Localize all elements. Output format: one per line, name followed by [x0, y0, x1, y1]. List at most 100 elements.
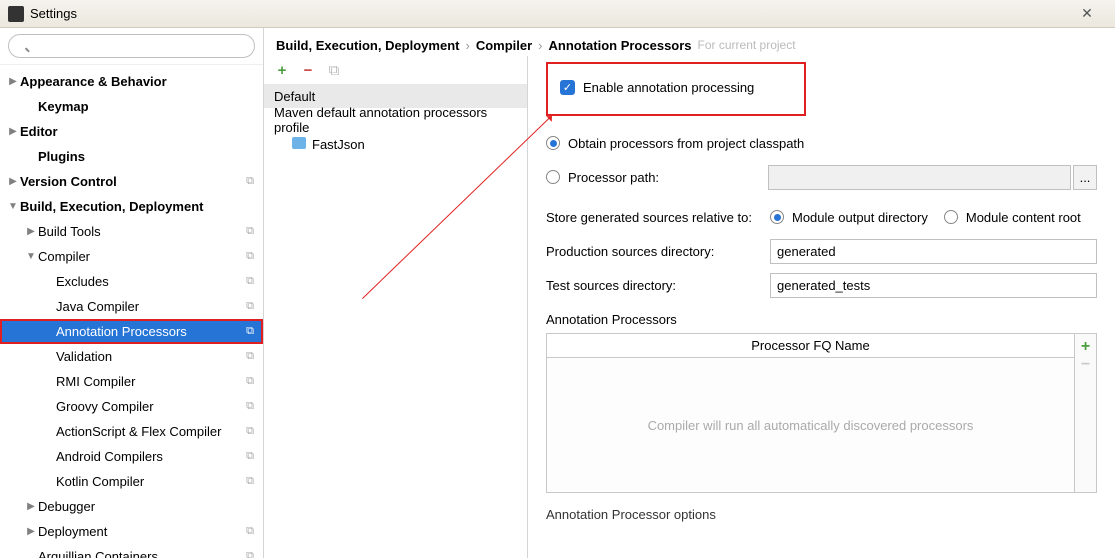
tree-item-kotlin-compiler[interactable]: Kotlin Compiler⧉ — [0, 469, 263, 494]
breadcrumb-segment[interactable]: Compiler — [476, 38, 532, 53]
tree-item-label: Version Control — [20, 174, 243, 189]
breadcrumb-segment[interactable]: Build, Execution, Deployment — [276, 38, 459, 53]
profile-label: Maven default annotation processors prof… — [274, 105, 517, 135]
project-scope-icon: ⧉ — [243, 400, 257, 414]
breadcrumb-segment: Annotation Processors — [549, 38, 692, 53]
tree-item-version-control[interactable]: Version Control⧉ — [0, 169, 263, 194]
app-icon — [8, 6, 24, 22]
tree-item-plugins[interactable]: Plugins — [0, 144, 263, 169]
enable-checkbox[interactable]: ✓ — [560, 80, 575, 95]
tree-item-annotation-processors[interactable]: Annotation Processors⧉ — [0, 319, 263, 344]
test-sources-label: Test sources directory: — [546, 278, 770, 293]
chevron-down-icon[interactable] — [24, 250, 38, 264]
tree-item-excludes[interactable]: Excludes⧉ — [0, 269, 263, 294]
chevron-right-icon[interactable] — [6, 75, 20, 89]
tree-item-label: Appearance & Behavior — [20, 74, 257, 89]
processors-header[interactable]: Processor FQ Name — [547, 334, 1074, 358]
project-scope-icon: ⧉ — [243, 275, 257, 289]
search-icon — [8, 34, 255, 58]
processors-empty-text: Compiler will run all automatically disc… — [547, 358, 1074, 492]
tree-item-label: Kotlin Compiler — [56, 474, 243, 489]
tree-item-build-tools[interactable]: Build Tools⧉ — [0, 219, 263, 244]
settings-sidebar: Appearance & Behavior KeymapEditor Plugins… — [0, 28, 264, 558]
tree-item-arquillian-containers[interactable]: Arquillian Containers⧉ — [0, 544, 263, 558]
profiles-toolbar: + − ⧉ — [264, 56, 527, 84]
project-scope-icon: ⧉ — [243, 325, 257, 339]
processors-side-toolbar: + − — [1074, 334, 1096, 492]
obtain-classpath-radio[interactable] — [546, 136, 560, 150]
tree-item-label: Android Compilers — [56, 449, 243, 464]
tree-item-label: Debugger — [38, 499, 257, 514]
profiles-list: Default Maven default annotation process… — [264, 84, 527, 558]
project-scope-icon: ⧉ — [243, 225, 257, 239]
titlebar: Settings ✕ — [0, 0, 1115, 28]
chevron-down-icon[interactable] — [6, 200, 20, 214]
chevron-right-icon[interactable] — [24, 225, 38, 239]
store-relative-label: Store generated sources relative to: — [546, 210, 770, 225]
tree-item-actionscript-flex-compiler[interactable]: ActionScript & Flex Compiler⧉ — [0, 419, 263, 444]
chevron-right-icon: › — [465, 38, 469, 53]
tree-item-build-execution-deployment[interactable]: Build, Execution, Deployment — [0, 194, 263, 219]
folder-icon — [292, 137, 306, 149]
project-scope-icon: ⧉ — [243, 175, 257, 189]
tree-item-keymap[interactable]: Keymap — [0, 94, 263, 119]
tree-item-debugger[interactable]: Debugger — [0, 494, 263, 519]
add-processor-button[interactable]: + — [1081, 338, 1090, 356]
tree-item-label: Annotation Processors — [56, 324, 243, 339]
processor-path-radio[interactable] — [546, 170, 560, 184]
tree-item-groovy-compiler[interactable]: Groovy Compiler⧉ — [0, 394, 263, 419]
prod-sources-input[interactable] — [770, 239, 1097, 264]
chevron-right-icon[interactable] — [24, 500, 38, 514]
module-output-label: Module output directory — [792, 210, 928, 225]
profile-label: Default — [274, 89, 315, 104]
processor-path-input[interactable] — [768, 165, 1071, 190]
tree-item-validation[interactable]: Validation⧉ — [0, 344, 263, 369]
chevron-right-icon[interactable] — [6, 125, 20, 139]
project-scope-icon: ⧉ — [243, 300, 257, 314]
project-scope-icon: ⧉ — [243, 425, 257, 439]
add-profile-button[interactable]: + — [274, 62, 290, 78]
tree-item-label: Deployment — [38, 524, 243, 539]
window-title: Settings — [30, 6, 1067, 21]
tree-item-deployment[interactable]: Deployment⧉ — [0, 519, 263, 544]
tree-item-label: RMI Compiler — [56, 374, 243, 389]
settings-tree: Appearance & Behavior KeymapEditor Plugins… — [0, 65, 263, 558]
tree-item-compiler[interactable]: Compiler⧉ — [0, 244, 263, 269]
chevron-right-icon[interactable] — [24, 525, 38, 539]
tree-item-label: Groovy Compiler — [56, 399, 243, 414]
module-content-radio[interactable] — [944, 210, 958, 224]
processor-path-label: Processor path: — [568, 170, 768, 185]
tree-item-editor[interactable]: Editor — [0, 119, 263, 144]
search-input[interactable] — [8, 34, 255, 58]
chevron-right-icon[interactable] — [6, 175, 20, 189]
copy-profile-button[interactable]: ⧉ — [326, 62, 342, 78]
browse-button[interactable]: ... — [1073, 165, 1097, 190]
close-icon[interactable]: ✕ — [1067, 5, 1107, 22]
settings-panel: ✓ Enable annotation processing Obtain pr… — [528, 56, 1115, 558]
remove-profile-button[interactable]: − — [300, 62, 316, 78]
project-scope-icon: ⧉ — [243, 525, 257, 539]
tree-item-java-compiler[interactable]: Java Compiler⧉ — [0, 294, 263, 319]
project-scope-icon: ⧉ — [243, 475, 257, 489]
prod-sources-label: Production sources directory: — [546, 244, 770, 259]
tree-item-label: ActionScript & Flex Compiler — [56, 424, 243, 439]
enable-label: Enable annotation processing — [583, 80, 754, 95]
test-sources-input[interactable] — [770, 273, 1097, 298]
tree-item-appearance-behavior[interactable]: Appearance & Behavior — [0, 69, 263, 94]
chevron-right-icon: › — [538, 38, 542, 53]
scope-badge: For current project — [698, 38, 796, 52]
module-name: FastJson — [312, 137, 365, 152]
remove-processor-button: − — [1081, 356, 1090, 374]
tree-item-android-compilers[interactable]: Android Compilers⧉ — [0, 444, 263, 469]
tree-item-rmi-compiler[interactable]: RMI Compiler⧉ — [0, 369, 263, 394]
highlight-box: ✓ Enable annotation processing — [546, 62, 806, 116]
tree-item-label: Excludes — [56, 274, 243, 289]
tree-item-label: Compiler — [38, 249, 243, 264]
profile-module-row[interactable]: FastJson — [264, 132, 527, 156]
profile-row-maven[interactable]: Maven default annotation processors prof… — [264, 108, 527, 132]
module-output-radio[interactable] — [770, 210, 784, 224]
tree-item-label: Plugins — [38, 149, 257, 164]
project-scope-icon: ⧉ — [243, 450, 257, 464]
tree-item-label: Arquillian Containers — [38, 549, 243, 558]
module-content-label: Module content root — [966, 210, 1081, 225]
